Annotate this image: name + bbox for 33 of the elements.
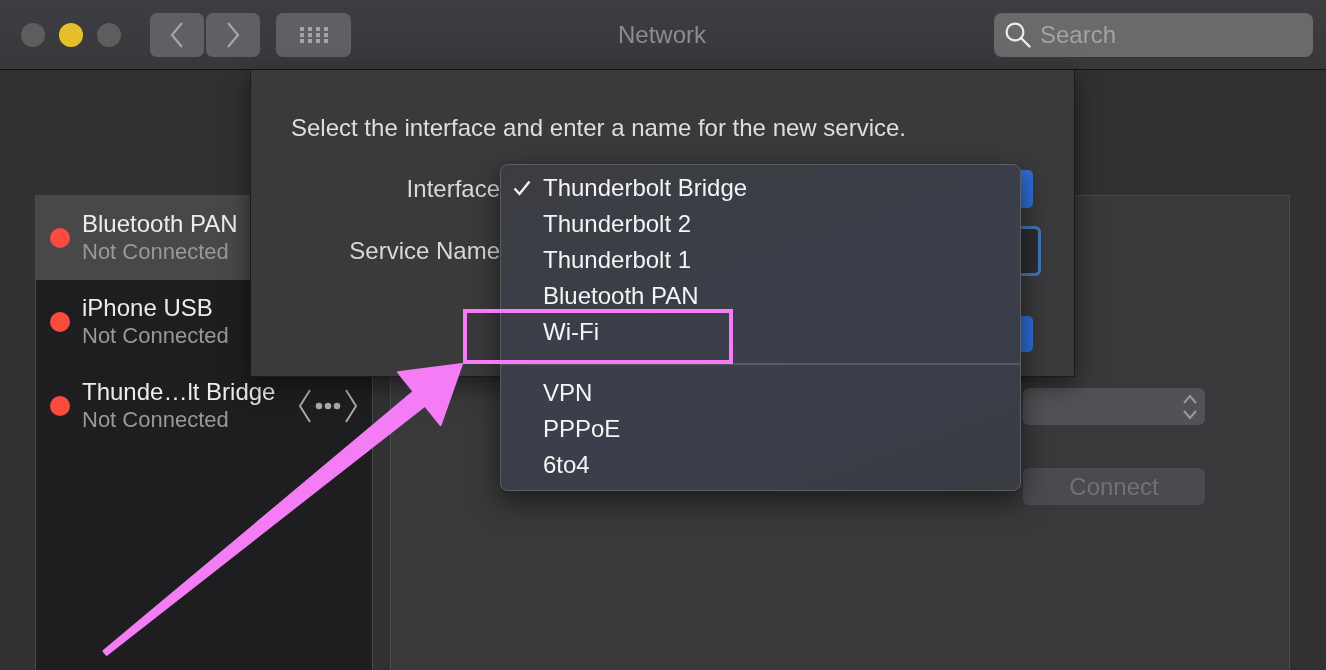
default-button[interactable] [1021,316,1033,352]
show-all-button[interactable] [276,12,351,57]
service-status: Not Connected [82,406,230,434]
dialog-prompt: Select the interface and enter a name for the new service. [291,114,907,142]
forward-button[interactable] [206,12,260,57]
text-field[interactable] [1021,226,1041,276]
menu-item[interactable]: Thunderbolt Bridge [501,170,1020,206]
search-field[interactable]: Search [994,12,1313,57]
back-button[interactable] [150,12,204,57]
field-label: Interface [405,175,500,203]
service-name: iPhone USB [82,294,214,322]
window-title: Network [618,20,706,49]
service-name: Bluetooth PAN [82,210,238,238]
up-down-chevron-icon [1183,392,1197,421]
service-item[interactable]: Thunde…lt Bridge Not Connected [36,364,372,448]
menu-item[interactable]: 6to4 [501,447,1020,483]
chevron-left-icon [170,21,184,48]
search-icon [1005,21,1031,48]
menu-item[interactable]: Thunderbolt 1 [501,242,1020,278]
grid-icon [299,26,328,43]
menu-item[interactable]: Thunderbolt 2 [501,206,1020,242]
menu-item[interactable]: Wi-Fi [501,314,1020,350]
minimize-button[interactable] [59,22,83,47]
angle-brackets-dots-icon [298,388,358,424]
service-name: Thunde…lt Bridge [82,378,276,406]
menu-item[interactable]: Bluetooth PAN [501,278,1020,314]
menu-item[interactable]: VPN [501,375,1020,411]
menu-item[interactable]: PPPoE [501,411,1020,447]
popup-button[interactable] [1021,170,1033,208]
chevron-right-icon [226,21,240,48]
service-status: Not Connected [82,322,229,350]
service-item[interactable]: iPhone USB Not Connected [36,280,372,364]
service-status: Not Connected [82,238,230,266]
